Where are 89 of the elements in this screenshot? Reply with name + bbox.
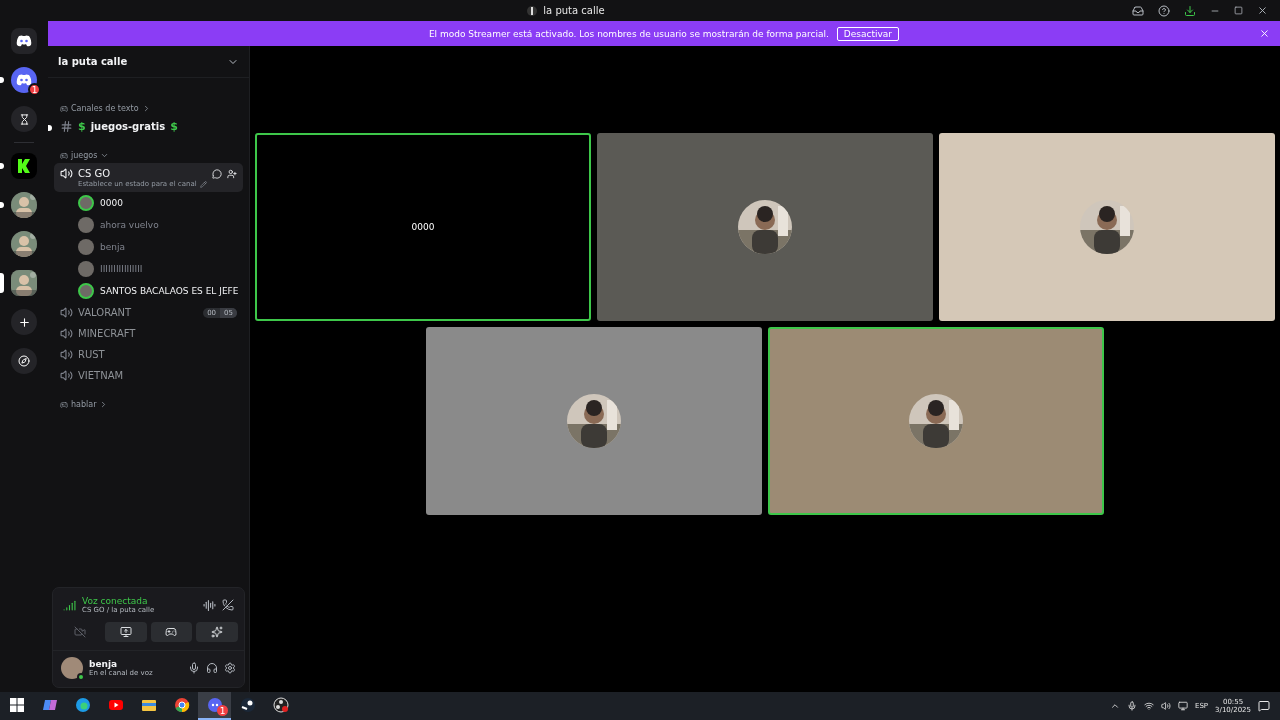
close-icon [1259,28,1270,39]
microphone-icon [1127,701,1137,711]
monitor-icon [1178,701,1188,711]
discord-icon [16,35,32,47]
video-tile[interactable] [426,327,762,515]
channel-name[interactable]: RUST [78,349,105,360]
category-name[interactable]: Canales de texto [71,104,139,113]
channel-name[interactable]: CS GO [78,168,111,179]
server-name[interactable]: la puta calle [58,56,128,67]
server-icon [527,4,538,17]
deactivate-button[interactable]: Desactivar [836,26,900,41]
window-title: la puta calle [543,5,605,16]
video-tile[interactable] [597,133,933,321]
tile-label: 0000 [411,222,435,232]
edge-icon [74,697,91,713]
dollar-sign: $ [170,120,178,133]
notification-badge: 1 [28,83,41,96]
chevron-up-icon [1110,701,1120,711]
compass-icon [18,355,30,367]
youtube-icon [107,697,124,713]
chat-icon [212,168,222,179]
gamepad-icon [60,151,68,160]
taskbar-app[interactable]: 1 [198,692,231,720]
discord-icon [16,74,32,86]
speaker-icon [60,327,73,340]
add-user-icon [227,168,237,179]
channel-name[interactable]: VIETNAM [78,370,124,381]
hourglass-icon [18,113,30,125]
obs-icon [272,697,289,713]
user-name[interactable]: IIIIIIIIIIIIIIII [100,264,143,274]
pencil-icon [199,180,207,188]
speaker-icon [60,369,73,382]
voice-channel[interactable]: RUST [54,344,243,365]
user-name[interactable]: ahora vuelvo [100,220,159,230]
gamepad-icon [60,400,68,409]
video-tile[interactable]: 0000 [255,133,591,321]
dollar-sign: $ [78,120,86,133]
disconnect-icon [222,599,234,611]
speaker-icon [60,306,73,319]
volume-icon [1161,701,1171,711]
files-icon [140,697,157,713]
user-name: benja [89,659,118,669]
inbox-icon [1132,4,1144,17]
microphone-icon [188,662,200,674]
speaker-icon [60,167,73,180]
channel-name[interactable]: VALORANT [78,307,132,318]
sparkles-icon [211,626,224,638]
soundboard-button[interactable] [196,622,238,642]
channel-name[interactable]: MINECRAFT [78,328,136,339]
hash-icon [60,120,73,133]
video-tile[interactable] [939,133,1275,321]
user-name[interactable]: 0000 [100,198,123,208]
network-icon [1144,701,1154,711]
user-name[interactable]: benja [100,242,125,252]
maximize-icon [1234,6,1243,15]
download-icon [1184,4,1196,17]
channel-name[interactable]: juegos-gratis [90,121,166,132]
screen-share-icon [119,626,132,638]
user-avatar[interactable] [61,657,83,679]
gamepad-icon [60,104,68,113]
share-screen-button[interactable] [104,622,147,642]
steam-icon [239,697,256,713]
signal-icon [63,598,76,612]
user-name[interactable]: SANTOS BACALAOS ES EL JEFE [100,286,239,296]
plus-icon [17,315,31,329]
category-name[interactable]: hablar [71,400,97,409]
audio-lines-icon [203,598,216,612]
server-item[interactable]: 1 [0,64,48,96]
activity-button[interactable] [150,622,193,642]
speaker-icon [60,348,73,361]
banner-text: El modo Streamer está activado. Los nombres de usuario se mostrarán de forma parcial. [428,28,829,39]
voice-status: Voz conectada [82,596,149,606]
headphones-icon [206,662,218,674]
help-icon [1158,4,1170,17]
start-icon [8,697,25,713]
chrome-icon [173,697,190,713]
close-icon [1257,5,1268,16]
k-logo-icon [16,158,32,174]
settings-icon [224,662,236,674]
video-tile[interactable] [768,327,1104,515]
gamepad-icon [165,626,178,638]
camera-off-icon [73,626,86,638]
voice-channel[interactable]: VIETNAM [54,365,243,386]
copilot-icon [41,697,58,713]
voice-channel[interactable]: MINECRAFT [54,323,243,344]
notification-badge: 1 [217,705,228,716]
category-name[interactable]: juegos [71,151,98,160]
notifications-icon [1258,700,1270,712]
discord-icon [206,697,223,713]
